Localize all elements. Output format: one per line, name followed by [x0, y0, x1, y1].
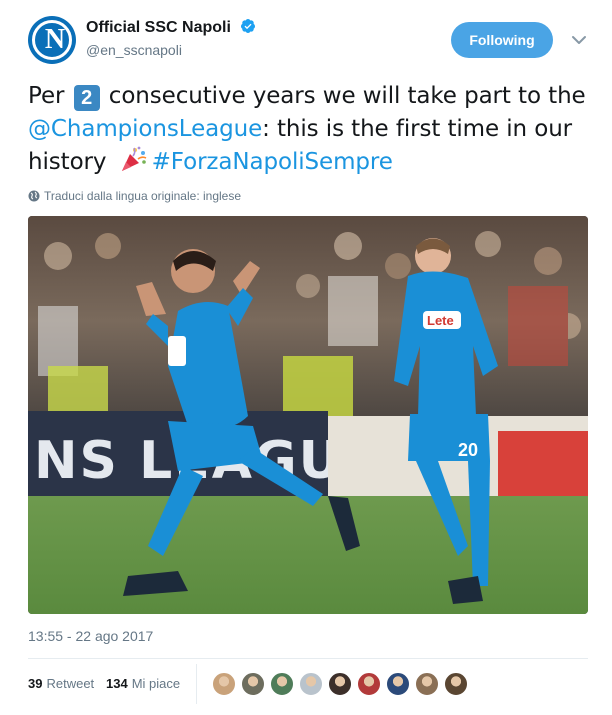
verified-badge-icon — [241, 19, 256, 33]
tweet-stats: 39 Retweet 134 Mi piace — [28, 660, 588, 708]
divider-top — [28, 658, 588, 659]
liker-avatar[interactable] — [415, 672, 439, 696]
following-button[interactable]: Following — [451, 22, 553, 58]
retweet-count-value: 39 — [28, 676, 43, 691]
tweet-text: Per 2 consecutive years we will take par… — [28, 80, 588, 179]
hashtag-link[interactable]: #ForzaNapoliSempre — [152, 149, 393, 175]
mention-link[interactable]: @ChampionsLeague — [28, 116, 262, 142]
retweet-label: Retweet — [46, 676, 95, 691]
globe-icon — [28, 190, 40, 202]
like-label: Mi piace — [131, 676, 181, 691]
liker-avatar[interactable] — [241, 672, 265, 696]
like-count[interactable]: 134 Mi piace — [106, 676, 180, 691]
tweet-text-part2: consecutive years we will take part to t… — [101, 83, 586, 109]
keycap-two-emoji: 2 — [73, 85, 100, 111]
chevron-down-icon[interactable] — [569, 30, 589, 50]
liker-avatar[interactable] — [386, 672, 410, 696]
tweet-header: N Official SSC Napoli @en_sscnapoli Foll… — [28, 14, 598, 66]
liker-avatar[interactable] — [299, 672, 323, 696]
account-handle[interactable]: @en_sscnapoli — [86, 42, 182, 58]
photo-scene: NS LEAGUE Lete 20 — [28, 216, 588, 614]
liker-avatar[interactable] — [270, 672, 294, 696]
translate-label: Traduci dalla lingua originale: inglese — [44, 189, 242, 203]
account-avatar[interactable]: N — [28, 16, 76, 64]
retweet-count[interactable]: 39 Retweet — [28, 676, 94, 691]
stats-separator — [196, 664, 197, 704]
party-popper-icon — [121, 146, 146, 171]
display-name-text: Official SSC Napoli — [86, 19, 231, 36]
shirt-number: 20 — [458, 440, 478, 460]
avatar-ring: N — [32, 20, 72, 60]
tweet-timestamp[interactable]: 13:55 - 22 ago 2017 — [28, 628, 153, 644]
liker-avatar[interactable] — [444, 672, 468, 696]
liker-avatar[interactable] — [328, 672, 352, 696]
translate-link[interactable]: Traduci dalla lingua originale: inglese — [28, 189, 241, 203]
shirt-sponsor: Lete — [427, 313, 454, 328]
avatar-letter: N — [44, 24, 66, 55]
like-count-value: 134 — [106, 676, 128, 691]
tweet-photo[interactable]: NS LEAGUE Lete 20 — [28, 216, 588, 614]
liker-avatar[interactable] — [212, 672, 236, 696]
account-display-name[interactable]: Official SSC Napoli — [86, 18, 256, 37]
liker-avatar[interactable] — [357, 672, 381, 696]
tweet-text-part1: Per — [28, 83, 72, 109]
